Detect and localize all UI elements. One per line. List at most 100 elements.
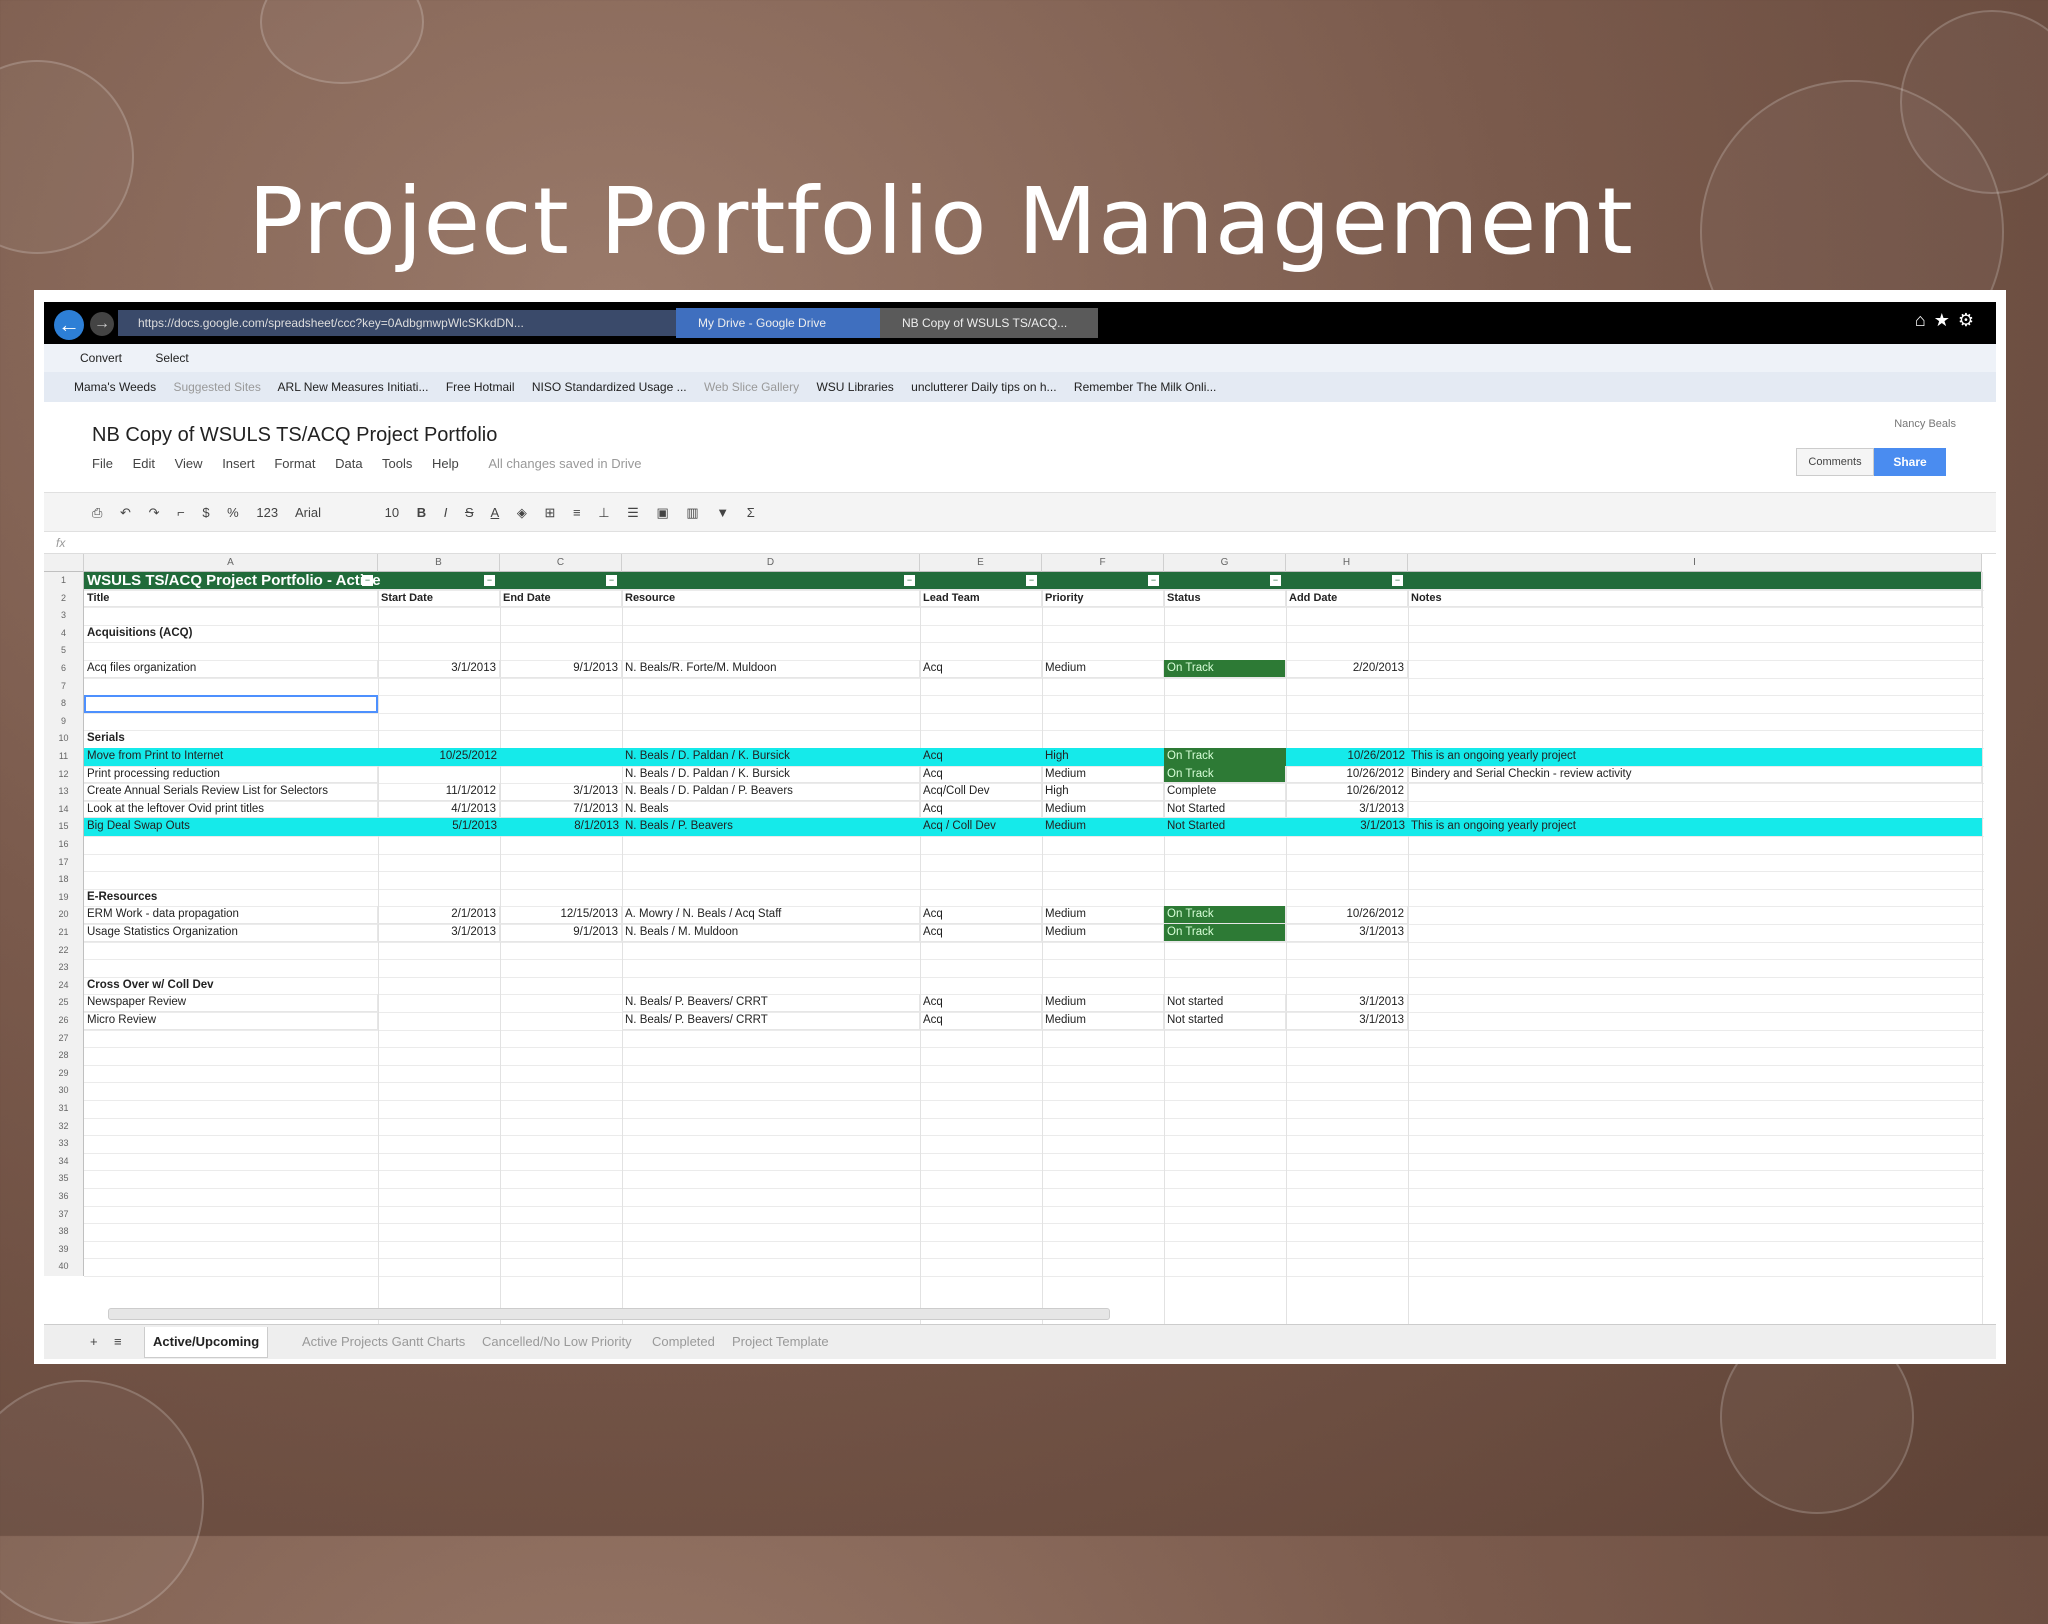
column-header-i[interactable]: I <box>1408 554 1982 572</box>
column-header-h[interactable]: H <box>1286 554 1408 572</box>
table-cell[interactable]: Acq <box>920 748 1042 766</box>
sheet-tab-active-upcoming[interactable]: Active/Upcoming <box>144 1327 269 1358</box>
table-cell[interactable]: Not Started <box>1164 818 1286 836</box>
table-cell[interactable]: N. Beals/R. Forte/M. Muldoon <box>622 660 920 678</box>
doc-title[interactable]: NB Copy of WSULS TS/ACQ Project Portfoli… <box>92 424 497 447</box>
row-number[interactable]: 35 <box>44 1170 84 1188</box>
menu-edit[interactable]: Edit <box>133 456 155 471</box>
row-number[interactable]: 3 <box>44 607 84 625</box>
table-cell[interactable]: Medium <box>1042 660 1164 678</box>
bold-icon[interactable]: B <box>417 505 426 520</box>
row-number[interactable]: 33 <box>44 1135 84 1153</box>
table-cell[interactable]: Not started <box>1164 994 1286 1012</box>
column-header-g[interactable]: G <box>1164 554 1286 572</box>
address-bar[interactable]: https://docs.google.com/spreadsheet/ccc?… <box>118 310 688 336</box>
menu-format[interactable]: Format <box>274 456 315 471</box>
table-cell[interactable]: 3/1/2013 <box>500 783 622 801</box>
select-all-corner[interactable] <box>44 554 84 572</box>
column-header-f[interactable]: F <box>1042 554 1164 572</box>
status-badge[interactable]: On Track <box>1164 924 1286 942</box>
row-number[interactable]: 7 <box>44 677 84 696</box>
table-cell[interactable]: 11/1/2012 <box>378 783 500 801</box>
menu-insert[interactable]: Insert <box>222 456 255 471</box>
home-star-gear-icons[interactable]: ⌂★⚙ <box>1915 310 1982 331</box>
table-cell[interactable]: Usage Statistics Organization <box>84 924 378 942</box>
browser-tab-drive[interactable]: My Drive - Google Drive <box>676 308 898 338</box>
table-cell[interactable]: 8/1/2013 <box>500 818 622 836</box>
table-cell[interactable]: 9/1/2013 <box>500 660 622 678</box>
browser-tab-sheet[interactable]: NB Copy of WSULS TS/ACQ... <box>880 308 1098 338</box>
spreadsheet-grid[interactable]: A B C D E F G H I 1 2 3 4 5 6 7 8 9 10 11 12 13 14 15 16 17 18 19 20… <box>44 554 1996 1324</box>
table-cell[interactable]: Medium <box>1042 924 1164 942</box>
table-cell[interactable]: Acq files organization <box>84 660 378 678</box>
table-cell[interactable]: 3/1/2013 <box>1286 994 1408 1012</box>
favorite-item[interactable]: NISO Standardized Usage ... <box>532 380 687 394</box>
align-icon[interactable]: ≡ <box>573 505 581 520</box>
menu-file[interactable]: File <box>92 456 113 471</box>
row-number[interactable]: 20 <box>44 906 84 924</box>
sheet-tab-gantt[interactable]: Active Projects Gantt Charts <box>294 1327 473 1357</box>
table-cell[interactable]: 9/1/2013 <box>500 924 622 942</box>
column-label[interactable]: Status <box>1164 589 1286 608</box>
table-cell[interactable]: 5/1/2013 <box>378 818 500 836</box>
sheet-tab-cancelled[interactable]: Cancelled/No Low Priority <box>474 1327 640 1357</box>
menu-tools[interactable]: Tools <box>382 456 412 471</box>
status-badge[interactable]: On Track <box>1164 906 1286 924</box>
row-number[interactable]: 38 <box>44 1223 84 1241</box>
table-cell[interactable]: N. Beals / M. Muldoon <box>622 924 920 942</box>
column-label[interactable]: Add Date <box>1286 589 1408 608</box>
table-cell[interactable]: Bindery and Serial Checkin - review acti… <box>1408 765 1982 784</box>
row-number[interactable]: 11 <box>44 748 84 766</box>
row-number[interactable]: 8 <box>44 695 84 713</box>
table-cell[interactable]: 3/1/2013 <box>378 924 500 942</box>
row-number[interactable]: 6 <box>44 660 84 678</box>
section-heading[interactable]: Serials <box>84 730 484 748</box>
wrap-icon[interactable]: ☰ <box>627 505 639 520</box>
filter-toggle-icon[interactable]: − <box>1026 575 1037 586</box>
table-cell[interactable]: N. Beals <box>622 800 920 819</box>
section-heading[interactable]: E-Resources <box>84 889 484 907</box>
column-label[interactable]: Resource <box>622 589 920 608</box>
section-heading[interactable]: Acquisitions (ACQ) <box>84 625 484 643</box>
filter-toggle-icon[interactable]: − <box>606 575 617 586</box>
table-cell[interactable]: Acq <box>920 924 1042 942</box>
currency-icon[interactable]: $ <box>202 505 209 520</box>
row-number[interactable]: 24 <box>44 976 84 995</box>
table-cell[interactable]: A. Mowry / N. Beals / Acq Staff <box>622 906 920 924</box>
table-cell[interactable]: 4/1/2013 <box>378 800 500 819</box>
row-number[interactable]: 15 <box>44 818 84 836</box>
table-cell[interactable]: 2/1/2013 <box>378 906 500 924</box>
table-cell[interactable]: Acq <box>920 1012 1042 1030</box>
row-number[interactable]: 27 <box>44 1029 84 1048</box>
table-cell[interactable]: Medium <box>1042 765 1164 784</box>
table-cell[interactable]: 3/1/2013 <box>1286 1012 1408 1030</box>
table-cell[interactable]: This is an ongoing yearly project <box>1408 818 1982 836</box>
row-number[interactable]: 19 <box>44 888 84 907</box>
table-cell[interactable]: Medium <box>1042 1012 1164 1030</box>
column-label[interactable]: Notes <box>1408 589 1982 608</box>
status-badge[interactable]: On Track <box>1164 660 1286 678</box>
table-cell[interactable]: 10/26/2012 <box>1286 783 1408 801</box>
filter-toggle-icon[interactable]: − <box>1392 575 1403 586</box>
filter-toggle-icon[interactable]: − <box>484 575 495 586</box>
filter-toggle-icon[interactable]: − <box>1148 575 1159 586</box>
table-cell[interactable]: 10/26/2012 <box>1286 748 1408 766</box>
table-cell[interactable]: 10/25/2012 <box>378 748 500 766</box>
table-cell[interactable]: 3/1/2013 <box>378 660 500 678</box>
row-number[interactable]: 1 <box>44 572 84 590</box>
favorite-item[interactable]: WSU Libraries <box>816 380 893 394</box>
print-icon[interactable]: ⎙ <box>92 505 102 520</box>
paint-format-icon[interactable]: ⌐ <box>177 505 185 520</box>
table-cell[interactable]: Create Annual Serials Review List for Se… <box>84 783 378 801</box>
table-cell[interactable]: N. Beals/ P. Beavers/ CRRT <box>622 1012 920 1030</box>
column-label[interactable]: Title <box>84 589 378 608</box>
table-cell[interactable]: 10/26/2012 <box>1286 906 1408 924</box>
formula-bar[interactable]: fx <box>44 532 1996 554</box>
table-cell[interactable]: N. Beals / D. Paldan / K. Bursick <box>622 748 920 766</box>
table-cell[interactable]: Acq/Coll Dev <box>920 783 1042 801</box>
borders-icon[interactable]: ⊞ <box>544 505 555 520</box>
row-number[interactable]: 26 <box>44 1012 84 1030</box>
section-heading[interactable]: Cross Over w/ Coll Dev <box>84 977 484 995</box>
row-number[interactable]: 5 <box>44 642 84 660</box>
row-number[interactable]: 23 <box>44 959 84 977</box>
